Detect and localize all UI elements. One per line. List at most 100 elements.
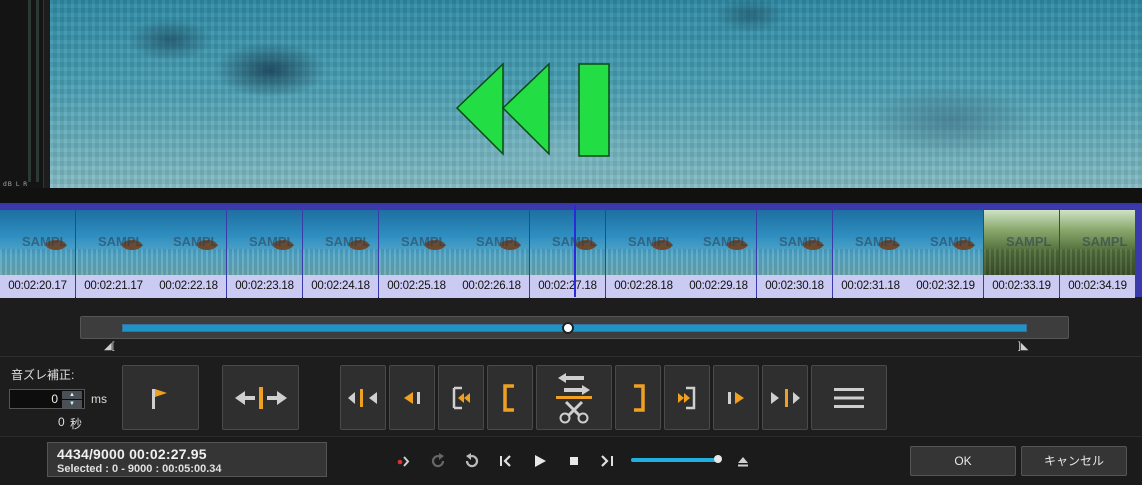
thumbnail[interactable]: SAMPL 00:02:23.18 <box>227 210 302 298</box>
thumbnail-timecode: 00:02:23.18 <box>227 275 302 298</box>
in-bracket-icon <box>503 383 514 412</box>
thumbnail[interactable]: SAMPL 00:02:30.18 <box>757 210 832 298</box>
sample-watermark: SAMPL <box>249 234 295 249</box>
sample-watermark: SAMPL <box>628 234 674 249</box>
stop-icon <box>570 457 578 465</box>
hamburger-menu-icon <box>834 387 864 408</box>
thumbnail[interactable]: SAMPL 00:02:32.19 <box>908 210 983 298</box>
thumbnail-image: SAMPL <box>530 210 605 275</box>
sample-watermark: SAMPL <box>22 234 68 249</box>
go-to-start-button[interactable] <box>340 365 386 430</box>
volume-slider[interactable] <box>631 458 719 462</box>
divider <box>0 356 1142 357</box>
thumbnail-timecode: 00:02:25.18 <box>379 275 454 298</box>
skip-forward-icon <box>601 455 613 467</box>
sample-watermark: SAMPL <box>855 234 901 249</box>
thumbnail[interactable]: SAMPL 00:02:29.18 <box>681 210 756 298</box>
add-marker-button[interactable] <box>122 365 199 430</box>
thumbnail-timecode: 00:02:29.18 <box>681 275 756 298</box>
thumbnail-image: SAMPL <box>757 210 832 275</box>
cancel-button[interactable]: キャンセル <box>1021 446 1127 476</box>
spin-down-arrow-icon[interactable]: ▼ <box>62 400 82 408</box>
range-start-handle[interactable]: ◢[ <box>104 341 114 352</box>
record-button[interactable] <box>395 452 413 470</box>
playhead[interactable] <box>574 205 576 297</box>
go-to-in-point-button[interactable] <box>438 365 484 430</box>
stop-button[interactable] <box>565 452 583 470</box>
audio-offset-spinbox[interactable]: 0 ▲ ▼ <box>9 389 85 409</box>
thumbnail-image: SAMPL <box>0 210 75 275</box>
thumbnail[interactable]: SAMPL 00:02:28.18 <box>606 210 681 298</box>
thumbnail[interactable]: SAMPL 00:02:21.17 <box>76 210 151 298</box>
range-end-handle[interactable]: ]◣ <box>1018 341 1028 352</box>
undo-icon <box>465 453 479 468</box>
thumbnail[interactable]: SAMPL 00:02:27.18 <box>530 210 605 298</box>
sample-watermark: SAMPL <box>1006 234 1052 249</box>
audio-level-meter: dB L R <box>0 0 44 202</box>
skip-back-button[interactable] <box>497 452 515 470</box>
audio-offset-unit: ms <box>91 392 107 406</box>
thumbnail-timecode: 00:02:30.18 <box>757 275 832 298</box>
volume-knob[interactable] <box>714 455 722 463</box>
thumbnail[interactable]: SAMPL 00:02:25.18 <box>379 210 454 298</box>
previous-frame-icon <box>404 391 420 404</box>
eject-button[interactable] <box>734 452 752 470</box>
meter-bar-right <box>36 0 39 182</box>
thumbnail-strip[interactable]: SAMPL 00:02:20.17 SAMPL 00:02:21.17 SAMPL 00:… <box>0 203 1142 298</box>
thumbnail-image: SAMPL <box>908 210 983 275</box>
thumbnail[interactable]: SAMPL 00:02:34.19 <box>1060 210 1135 298</box>
audio-offset-seconds-unit: 秒 <box>70 417 83 431</box>
thumbnail[interactable]: SAMPL 00:02:20.17 <box>0 210 75 298</box>
go-to-out-point-icon <box>678 386 696 409</box>
redo-button[interactable] <box>429 452 447 470</box>
thumbnail-timecode: 00:02:22.18 <box>151 275 226 298</box>
go-to-in-point-icon <box>452 386 470 409</box>
set-out-point-button[interactable] <box>615 365 661 430</box>
thumbnail-image: SAMPL <box>681 210 756 275</box>
thumbnail[interactable]: SAMPL 00:02:26.18 <box>454 210 529 298</box>
thumbnail[interactable]: SAMPL 00:02:24.18 <box>303 210 378 298</box>
ok-button[interactable]: OK <box>910 446 1016 476</box>
thumbnail[interactable]: SAMPL 00:02:22.18 <box>151 210 226 298</box>
range-position-knob[interactable] <box>562 322 574 334</box>
flag-icon <box>151 388 167 409</box>
cut-button[interactable] <box>536 365 612 430</box>
go-to-end-icon <box>771 388 800 407</box>
skip-forward-button[interactable] <box>599 452 617 470</box>
thumbnail-image: SAMPL <box>379 210 454 275</box>
thumbnail-timecode: 00:02:33.19 <box>984 275 1059 298</box>
thumbnail-image: SAMPL <box>76 210 151 275</box>
thumbnail-image: SAMPL <box>151 210 226 275</box>
thumbnail-timecode: 00:02:20.17 <box>0 275 75 298</box>
status-panel: 4434/9000 00:02:27.95 Selected : 0 - 900… <box>47 442 327 477</box>
thumbnail-image: SAMPL <box>1060 210 1135 275</box>
thumbnail[interactable]: SAMPL 00:02:31.18 <box>833 210 908 298</box>
split-button[interactable] <box>222 365 299 430</box>
split-arrows-icon <box>234 386 287 409</box>
go-to-out-point-button[interactable] <box>664 365 710 430</box>
thumbnail-timecode: 00:02:24.18 <box>303 275 378 298</box>
cut-editor-window: dB L R SAMPL 00:02:20.17 SAMPL 00:02:21.17 S… <box>0 0 1142 485</box>
meter-bar-left <box>28 0 31 182</box>
previous-frame-button[interactable] <box>389 365 435 430</box>
next-frame-icon <box>728 391 744 404</box>
audio-offset-value[interactable]: 0 <box>51 392 58 406</box>
spin-up-arrow-icon[interactable]: ▲ <box>62 391 82 399</box>
selection-readout: Selected : 0 - 9000 : 00:05:00.34 <box>57 463 222 475</box>
skip-back-icon <box>500 455 511 467</box>
range-selection[interactable] <box>122 324 1027 332</box>
thumbnail-timecode: 00:02:21.17 <box>76 275 151 298</box>
undo-button[interactable] <box>463 452 481 470</box>
go-to-end-button[interactable] <box>762 365 808 430</box>
out-bracket-icon <box>634 383 645 412</box>
sample-watermark: SAMPL <box>98 234 144 249</box>
next-frame-button[interactable] <box>713 365 759 430</box>
sample-watermark: SAMPL <box>173 234 219 249</box>
set-in-point-button[interactable] <box>487 365 533 430</box>
sample-watermark: SAMPL <box>779 234 825 249</box>
thumbnail[interactable]: SAMPL 00:02:33.19 <box>984 210 1059 298</box>
thumbnail-timecode: 00:02:26.18 <box>454 275 529 298</box>
menu-button[interactable] <box>811 365 887 430</box>
thumbnail-image: SAMPL <box>833 210 908 275</box>
play-button[interactable] <box>531 452 549 470</box>
